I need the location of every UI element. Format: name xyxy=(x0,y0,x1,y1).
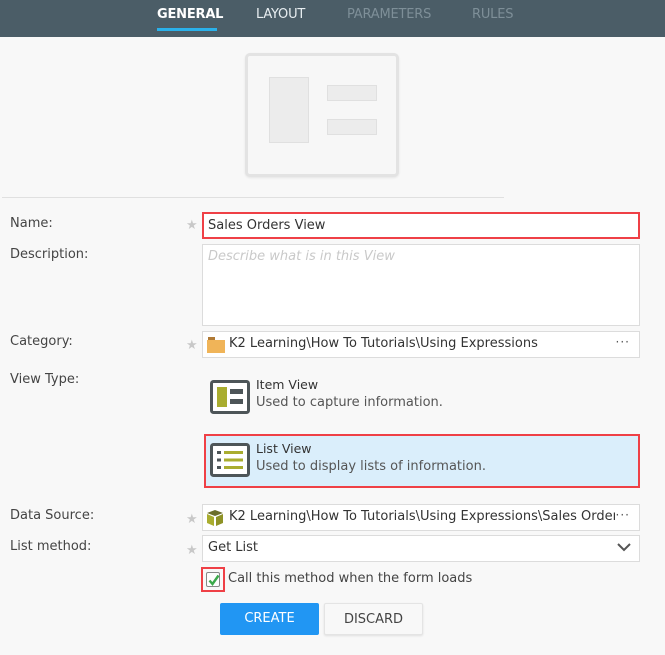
view-type-option-list[interactable]: List View Used to display lists of infor… xyxy=(204,434,640,488)
data-source-value: K2 Learning\How To Tutorials\Using Expre… xyxy=(229,509,615,524)
call-on-load-checkbox[interactable] xyxy=(206,572,220,587)
list-method-value: Get List xyxy=(208,540,259,555)
description-label: Description: xyxy=(10,247,89,262)
chevron-down-icon[interactable] xyxy=(617,542,631,552)
item-view-title: Item View xyxy=(256,377,319,392)
smartobject-icon xyxy=(207,510,223,526)
discard-button[interactable]: DISCARD xyxy=(324,603,423,635)
view-type-option-item[interactable]: Item View Used to capture information. xyxy=(204,371,640,425)
active-tab-indicator xyxy=(157,28,217,31)
call-on-load-label[interactable]: Call this method when the form loads xyxy=(228,571,472,586)
required-star-icon: ★ xyxy=(186,543,198,558)
required-star-icon: ★ xyxy=(186,512,198,527)
create-button[interactable]: CREATE xyxy=(220,603,319,635)
checkmark-icon xyxy=(208,574,220,586)
view-thumbnail xyxy=(245,53,399,177)
item-view-icon xyxy=(210,380,250,414)
call-on-load-checkbox-highlight xyxy=(201,567,225,592)
name-input[interactable]: Sales Orders View xyxy=(202,212,640,239)
list-view-title: List View xyxy=(256,441,312,456)
category-browse-button[interactable]: ··· xyxy=(616,335,630,349)
name-label: Name: xyxy=(10,216,53,231)
list-view-description: Used to display lists of information. xyxy=(256,459,486,474)
section-divider xyxy=(2,197,504,198)
tab-rules[interactable]: RULES xyxy=(472,7,513,22)
required-star-icon: ★ xyxy=(186,338,198,353)
view-type-label: View Type: xyxy=(10,372,80,387)
tab-general[interactable]: GENERAL xyxy=(157,7,223,22)
data-source-label: Data Source: xyxy=(10,508,95,523)
category-label: Category: xyxy=(10,334,73,349)
required-star-icon: ★ xyxy=(186,218,198,233)
folder-icon xyxy=(207,337,225,353)
description-placeholder: Describe what is in this View xyxy=(208,249,395,264)
thumbnail-block xyxy=(269,77,309,143)
list-method-label: List method: xyxy=(10,539,92,554)
list-view-icon xyxy=(210,443,250,477)
thumbnail-bar xyxy=(327,119,377,135)
tab-layout[interactable]: LAYOUT xyxy=(256,7,305,22)
tab-bar: GENERAL LAYOUT PARAMETERS RULES xyxy=(0,0,665,37)
thumbnail-bar xyxy=(327,85,377,101)
list-method-select[interactable]: Get List xyxy=(202,535,640,562)
category-field[interactable]: K2 Learning\How To Tutorials\Using Expre… xyxy=(202,331,640,358)
description-textarea[interactable]: Describe what is in this View xyxy=(202,244,640,326)
tab-parameters[interactable]: PARAMETERS xyxy=(347,7,431,22)
name-input-value: Sales Orders View xyxy=(208,218,326,233)
category-value: K2 Learning\How To Tutorials\Using Expre… xyxy=(229,336,538,351)
item-view-description: Used to capture information. xyxy=(256,395,443,410)
data-source-browse-button[interactable]: ··· xyxy=(616,508,630,522)
data-source-field[interactable]: K2 Learning\How To Tutorials\Using Expre… xyxy=(202,504,640,531)
